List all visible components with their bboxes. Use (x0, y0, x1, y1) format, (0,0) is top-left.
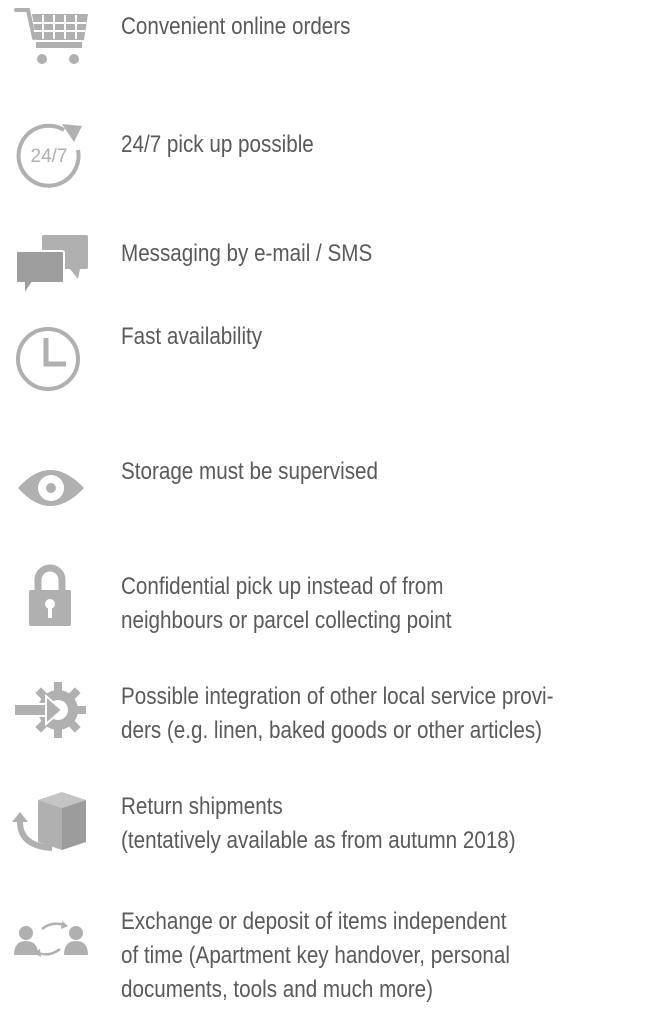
feature-line: Messaging by e-mail / SMS (121, 240, 373, 267)
feature-label: Possible integration of other local serv… (121, 680, 568, 748)
chat-bubbles-icon (12, 231, 90, 301)
feature-line: Storage must be supervised (121, 458, 378, 485)
feature-line: Fast availability (121, 323, 263, 350)
feature-label: Fast availability (121, 320, 568, 354)
feature-line: Exchange or deposit of items independent (121, 908, 507, 935)
shopping-cart-icon (12, 4, 90, 74)
feature-line: documents, tools and much more) (121, 976, 434, 1003)
feature-label: Messaging by e-mail / SMS (121, 237, 568, 271)
clock-icon (12, 324, 90, 394)
feature-line: Convenient online orders (121, 13, 351, 40)
return-box-icon (12, 788, 90, 858)
feature-line: Return shipments (121, 793, 283, 820)
feature-label: Confidential pick up instead of from nei… (121, 570, 568, 638)
feature-label: 24/7 pick up possible (121, 128, 568, 162)
feature-label: Exchange or deposit of items independent… (121, 905, 568, 1007)
24-7-clock-icon: 24/7 (12, 120, 90, 190)
24-7-icon-text: 24/7 (31, 146, 68, 167)
eye-icon (12, 455, 90, 525)
feature-line: of time (Apartment key handover, persona… (121, 942, 510, 969)
feature-line: Possible integration of other local serv… (121, 683, 554, 710)
padlock-icon (12, 560, 90, 630)
feature-line: (tentatively available as from autumn 20… (121, 827, 516, 854)
feature-label: Return shipments (tentatively available … (121, 790, 568, 858)
feature-list: Convenient online orders 24/7 24/7 pick … (0, 0, 649, 1012)
feature-line: Confidential pick up instead of from (121, 573, 444, 600)
people-exchange-icon (12, 903, 90, 973)
feature-label: Convenient online orders (121, 10, 568, 44)
feature-line: ders (e.g. linen, baked goods or other a… (121, 717, 543, 744)
feature-line: 24/7 pick up possible (121, 131, 314, 158)
integration-gear-icon (12, 674, 90, 744)
feature-label: Storage must be supervised (121, 455, 568, 489)
feature-line: neighbours or parcel collecting point (121, 607, 452, 634)
